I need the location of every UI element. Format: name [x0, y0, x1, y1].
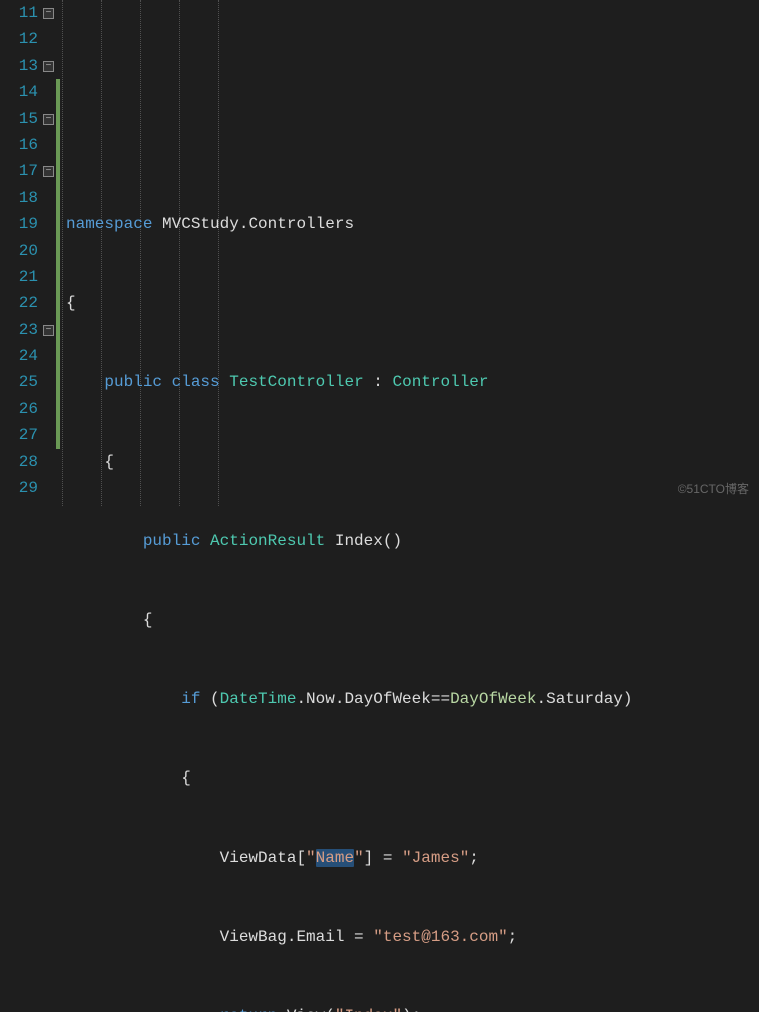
line-number: 15	[8, 106, 38, 132]
fold-toggle-icon[interactable]: −	[43, 325, 54, 336]
line-number: 29	[8, 475, 38, 501]
code-editor[interactable]: 11121314151617181920212223242526272829 −…	[0, 0, 759, 506]
code-area[interactable]: namespace MVCStudy.Controllers { public …	[62, 0, 759, 506]
selected-text: Name	[316, 849, 354, 867]
line-number: 18	[8, 185, 38, 211]
keyword-namespace: namespace	[66, 215, 152, 233]
code-line[interactable]: public class TestController : Controller	[66, 369, 759, 395]
line-number: 27	[8, 422, 38, 448]
code-line[interactable]: return View("Index");	[66, 1003, 759, 1012]
line-number: 28	[8, 449, 38, 475]
line-number: 11	[8, 0, 38, 26]
code-line[interactable]: ViewBag.Email = "test@163.com";	[66, 924, 759, 950]
line-number: 20	[8, 238, 38, 264]
line-number: 14	[8, 79, 38, 105]
line-number: 26	[8, 396, 38, 422]
fold-toggle-icon[interactable]: −	[43, 8, 54, 19]
code-line[interactable]: {	[66, 765, 759, 791]
code-line[interactable]: ViewData["Name"] = "James";	[66, 845, 759, 871]
line-number: 17	[8, 158, 38, 184]
code-line[interactable]: {	[66, 449, 759, 475]
line-number: 22	[8, 290, 38, 316]
line-number: 16	[8, 132, 38, 158]
line-number: 24	[8, 343, 38, 369]
watermark: ©51CTO博客	[678, 480, 749, 500]
code-line[interactable]: if (DateTime.Now.DayOfWeek==DayOfWeek.Sa…	[66, 686, 759, 712]
code-line[interactable]: {	[66, 290, 759, 316]
line-number: 25	[8, 369, 38, 395]
code-line[interactable]: namespace MVCStudy.Controllers	[66, 211, 759, 237]
line-number-gutter: 11121314151617181920212223242526272829	[0, 0, 42, 506]
line-number: 12	[8, 26, 38, 52]
code-line[interactable]: {	[66, 607, 759, 633]
warning-string: "Index"	[335, 1007, 402, 1012]
code-line[interactable]: public ActionResult Index()	[66, 528, 759, 554]
fold-toggle-icon[interactable]: −	[43, 114, 54, 125]
line-number: 13	[8, 53, 38, 79]
change-indicator	[56, 79, 60, 449]
fold-column[interactable]: − − − − −	[42, 0, 56, 506]
fold-toggle-icon[interactable]: −	[43, 61, 54, 72]
line-number: 19	[8, 211, 38, 237]
fold-toggle-icon[interactable]: −	[43, 166, 54, 177]
line-number: 23	[8, 317, 38, 343]
line-number: 21	[8, 264, 38, 290]
